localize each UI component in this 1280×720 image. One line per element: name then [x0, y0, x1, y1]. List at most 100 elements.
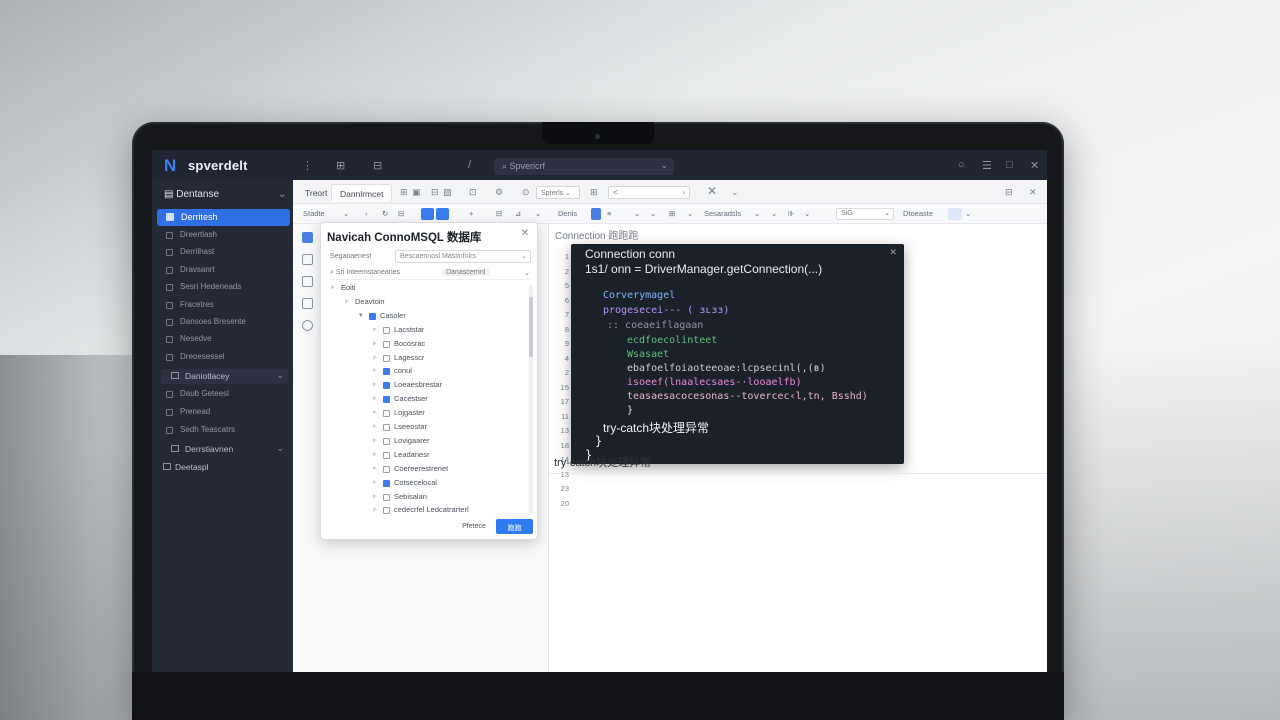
- add-icon[interactable]: +: [469, 209, 473, 218]
- checkbox[interactable]: [383, 382, 390, 390]
- columns-icon[interactable]: ⊞: [669, 209, 675, 218]
- chevron-right-icon[interactable]: ▹: [345, 297, 349, 305]
- grid-icon[interactable]: [591, 208, 601, 220]
- chevron-right-icon[interactable]: ▹: [373, 436, 377, 444]
- dialog-select[interactable]: Bescaennosl Mastinfolrs ⌄: [395, 250, 531, 263]
- chevron-right-icon[interactable]: ▹: [373, 450, 377, 458]
- title-search[interactable]: ⌕ Spvericrf ⌄: [494, 158, 674, 175]
- chevron-right-icon[interactable]: ▹: [373, 325, 377, 333]
- tab-treort[interactable]: Treort: [297, 184, 335, 201]
- checkbox[interactable]: [369, 312, 376, 320]
- sidebar-item[interactable]: Dansoes Bresente: [166, 317, 246, 331]
- chevron-right-icon[interactable]: ▹: [373, 366, 377, 374]
- chevron-down-icon[interactable]: ▾: [359, 311, 363, 319]
- checkbox[interactable]: [383, 396, 390, 404]
- save-icon[interactable]: ⊞: [590, 187, 598, 198]
- sidebar-group[interactable]: Daniotlacey ⌄: [161, 369, 289, 384]
- chevron-right-icon[interactable]: ▹: [373, 422, 377, 430]
- sidebar-item[interactable]: Dreoesessel: [166, 352, 224, 366]
- chevron-right-icon[interactable]: ▹: [373, 478, 377, 486]
- table-icon[interactable]: [302, 276, 313, 287]
- sidebar-header[interactable]: ▤ Dentanse ⌄: [164, 189, 286, 200]
- close-icon[interactable]: ✕: [889, 247, 897, 258]
- sidebar-item[interactable]: Dravsanrt: [166, 265, 215, 279]
- shield-icon[interactable]: [302, 254, 313, 265]
- sidebar-item[interactable]: Dreertlash: [166, 230, 217, 244]
- up-icon[interactable]: ⌄: [343, 209, 349, 218]
- chevron-down-icon[interactable]: ⌄: [687, 209, 693, 218]
- stop-button[interactable]: [436, 208, 449, 220]
- sidebar-item[interactable]: Daub Geteesl: [166, 389, 229, 403]
- checkbox[interactable]: [383, 368, 390, 376]
- refresh-icon[interactable]: ↻: [382, 209, 388, 218]
- sidebar-item[interactable]: Sesri Hedeneads: [166, 282, 241, 296]
- checkbox[interactable]: [383, 340, 390, 348]
- filter-icon[interactable]: ⊡: [469, 187, 477, 198]
- chevron-right-icon[interactable]: ▹: [373, 394, 377, 402]
- checkbox[interactable]: [383, 507, 390, 515]
- chevron-right-icon[interactable]: ▹: [373, 464, 377, 472]
- chevron-right-icon[interactable]: ▹: [373, 353, 377, 361]
- sidebar-group[interactable]: Derrstiavnen ⌄: [161, 442, 289, 457]
- chevron-right-icon[interactable]: ▹: [373, 505, 377, 513]
- checkbox[interactable]: [383, 479, 390, 487]
- chevron-right-icon[interactable]: ▹: [373, 492, 377, 500]
- tab-select[interactable]: Sprerls ⌄: [536, 186, 580, 199]
- ok-button[interactable]: 跑跑: [496, 519, 533, 534]
- minimize-icon[interactable]: ☰: [982, 159, 992, 172]
- table-icon[interactable]: ⊟: [431, 187, 439, 198]
- grid-icon[interactable]: ⊞: [336, 159, 345, 172]
- chevron-down-icon[interactable]: ⌄: [804, 209, 810, 218]
- tab-dannlrmcet[interactable]: Dannlrmcet: [331, 184, 393, 201]
- maximize-icon[interactable]: □: [1006, 159, 1013, 171]
- list-icon[interactable]: ≡: [607, 209, 611, 218]
- checkbox[interactable]: [383, 451, 390, 459]
- select-label[interactable]: Sesaradsls: [704, 209, 741, 218]
- settings-icon[interactable]: [302, 320, 313, 331]
- split-icon[interactable]: ⊪: [788, 209, 795, 218]
- sidebar-item[interactable]: Sedh Teascatrs: [166, 425, 235, 439]
- chevron-right-icon[interactable]: ▹: [373, 380, 377, 388]
- pin-icon[interactable]: /: [468, 159, 471, 171]
- delete-icon[interactable]: ▨: [443, 187, 452, 198]
- scrollbar[interactable]: [529, 285, 533, 513]
- filter-icon[interactable]: ⊟: [398, 209, 404, 218]
- chevron-right-icon[interactable]: ▹: [373, 339, 377, 347]
- cancel-button[interactable]: Pfetece: [457, 519, 491, 534]
- sidebar-group[interactable]: Deetaspl: [161, 460, 289, 475]
- checkbox[interactable]: [383, 354, 390, 362]
- database-icon[interactable]: [302, 232, 313, 243]
- chevron-down-icon[interactable]: ⌄: [754, 209, 760, 218]
- chevron-down-icon[interactable]: ⌄: [771, 209, 777, 218]
- chevron-right-icon[interactable]: ▹: [373, 408, 377, 416]
- image-icon[interactable]: ▣: [412, 187, 421, 198]
- chevron-right-icon[interactable]: ›: [365, 209, 368, 218]
- grid-icon[interactable]: ⊞: [400, 187, 408, 198]
- chevron-down-icon[interactable]: ⌄: [731, 187, 739, 198]
- close-icon[interactable]: ✕: [521, 228, 529, 239]
- chevron-down-icon[interactable]: ⌄: [634, 209, 640, 218]
- maximize-icon[interactable]: ⊟: [1005, 187, 1013, 198]
- pin-button[interactable]: [948, 208, 962, 220]
- checkbox[interactable]: [383, 326, 390, 334]
- close-icon[interactable]: ✕: [1030, 159, 1039, 172]
- chevron-down-icon[interactable]: ⌄: [965, 209, 971, 218]
- settings-icon[interactable]: ⚙: [495, 187, 503, 198]
- checkbox[interactable]: [383, 493, 390, 501]
- edit-icon[interactable]: ⊟: [496, 209, 502, 218]
- table-icon[interactable]: ⊟: [373, 159, 382, 172]
- pin-icon[interactable]: ⊿: [515, 209, 521, 218]
- expand-icon[interactable]: ⌄: [535, 209, 541, 218]
- close-icon[interactable]: ✕: [707, 184, 717, 198]
- checkbox[interactable]: [383, 465, 390, 473]
- sidebar-item[interactable]: Fracetres: [166, 300, 214, 314]
- toolbar-select[interactable]: SiG ⌄: [836, 208, 894, 220]
- grid-icon[interactable]: [302, 298, 313, 309]
- help-icon[interactable]: ○: [958, 159, 965, 171]
- checkbox[interactable]: [383, 437, 390, 445]
- chevron-down-icon[interactable]: ⌄: [524, 269, 530, 277]
- checkbox[interactable]: [383, 410, 390, 418]
- sidebar-item[interactable]: Prenead: [166, 407, 210, 421]
- split-icon[interactable]: ⋮: [302, 159, 313, 172]
- chevron-down-icon[interactable]: ⌄: [650, 209, 656, 218]
